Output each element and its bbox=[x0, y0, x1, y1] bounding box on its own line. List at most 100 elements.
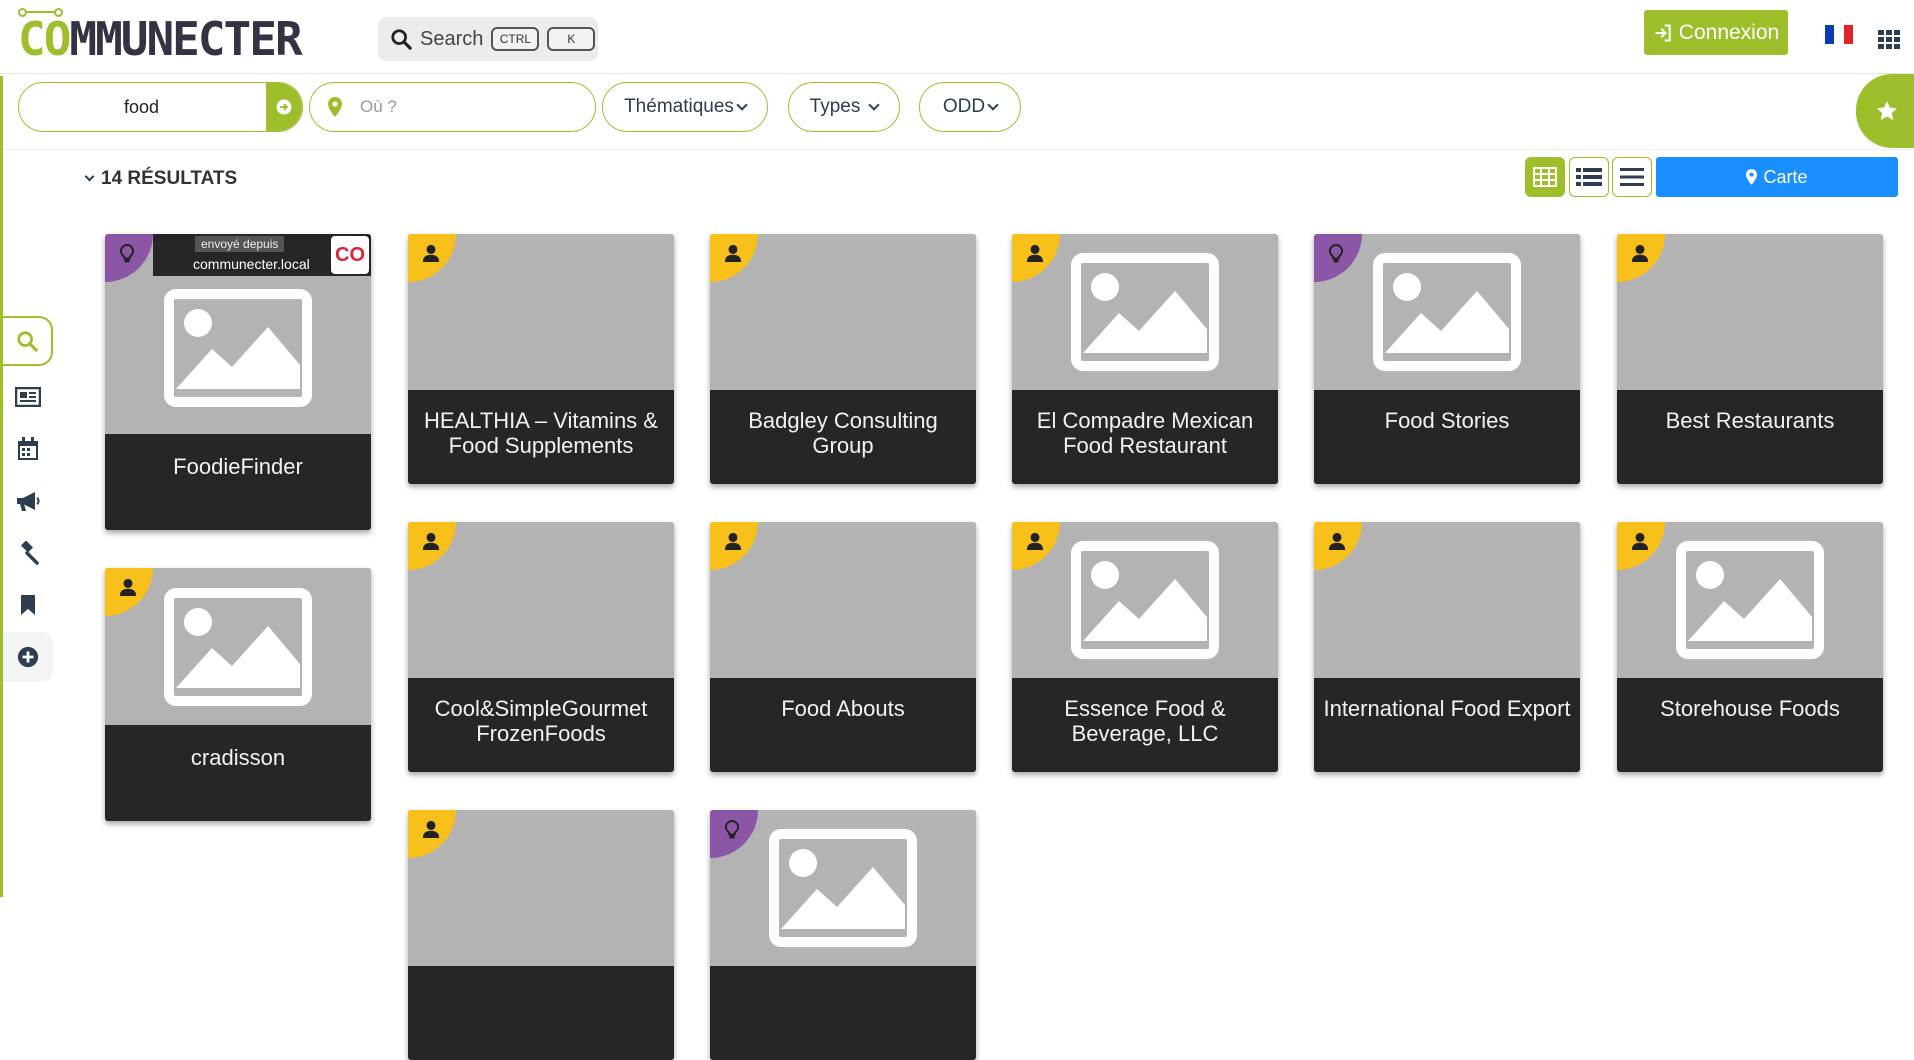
image-placeholder bbox=[1373, 253, 1521, 371]
result-card[interactable]: Essence Food & Beverage, LLC bbox=[1012, 522, 1278, 772]
sidebar-decisions[interactable] bbox=[3, 528, 53, 578]
image-placeholder-icon bbox=[1083, 561, 1207, 641]
card-title: HEALTHIA – Vitamins & Food Supplements bbox=[408, 390, 674, 484]
source-banner: envoyé depuis communecter.local CO bbox=[153, 234, 371, 276]
result-card[interactable]: International Food Export bbox=[1314, 522, 1580, 772]
left-sidebar bbox=[3, 316, 53, 690]
result-card[interactable]: Food Abouts bbox=[710, 522, 976, 772]
results-count-toggle[interactable]: 14 RÉSULTATS bbox=[84, 168, 237, 190]
result-card[interactable] bbox=[710, 810, 976, 1060]
image-placeholder-icon bbox=[781, 849, 905, 929]
card-image bbox=[1617, 234, 1883, 390]
search-icon bbox=[391, 29, 412, 50]
sidebar-agenda[interactable] bbox=[3, 424, 53, 474]
sidebar-news[interactable] bbox=[3, 372, 53, 422]
types-dropdown[interactable]: Types bbox=[788, 82, 900, 132]
person-badge bbox=[105, 568, 153, 616]
keyword-search-field[interactable]: food bbox=[18, 82, 303, 132]
image-placeholder bbox=[769, 829, 917, 947]
image-placeholder bbox=[1676, 541, 1824, 659]
search-filters-bar: food Où ? Thématiques Types ODD bbox=[0, 76, 1914, 150]
person-icon bbox=[1328, 532, 1346, 550]
result-card[interactable]: Cool&SimpleGourmet FrozenFoods bbox=[408, 522, 674, 772]
list-view-button[interactable] bbox=[1569, 157, 1609, 197]
global-search-button[interactable]: Search CTRL K bbox=[378, 17, 598, 61]
bookmark-icon bbox=[21, 595, 35, 615]
card-title: Essence Food & Beverage, LLC bbox=[1012, 678, 1278, 772]
result-card[interactable]: Food Stories bbox=[1314, 234, 1580, 484]
bullhorn-icon bbox=[17, 492, 40, 511]
sidebar-add[interactable] bbox=[3, 632, 53, 682]
result-card[interactable]: Badgley Consulting Group bbox=[710, 234, 976, 484]
search-icon bbox=[17, 331, 38, 352]
source-name: communecter.local bbox=[193, 256, 310, 272]
card-title: Badgley Consulting Group bbox=[710, 390, 976, 484]
french-flag-icon[interactable] bbox=[1825, 25, 1853, 44]
person-badge bbox=[1012, 234, 1060, 282]
person-badge bbox=[408, 810, 456, 858]
sidebar-bookmarks[interactable] bbox=[3, 580, 53, 630]
gavel-icon bbox=[20, 541, 39, 565]
result-card[interactable] bbox=[408, 810, 674, 1060]
result-card[interactable]: Storehouse Foods bbox=[1617, 522, 1883, 772]
kbd-k: K bbox=[547, 27, 596, 51]
types-label: Types bbox=[809, 96, 861, 117]
chevron-down-icon bbox=[987, 98, 999, 111]
person-icon bbox=[422, 532, 440, 550]
location-field[interactable]: Où ? bbox=[309, 82, 596, 132]
search-submit-button[interactable] bbox=[266, 83, 302, 131]
sidebar-search[interactable] bbox=[3, 316, 53, 366]
person-badge bbox=[1617, 234, 1665, 282]
card-title: International Food Export bbox=[1314, 678, 1580, 772]
communecter-logo[interactable]: COMMUNECTER bbox=[18, 8, 364, 64]
card-title: FoodieFinder bbox=[105, 434, 371, 530]
odd-dropdown[interactable]: ODD bbox=[919, 82, 1021, 132]
person-icon bbox=[422, 820, 440, 838]
chevron-down-icon bbox=[868, 98, 881, 111]
card-image bbox=[1617, 522, 1883, 678]
image-placeholder bbox=[164, 289, 312, 407]
person-badge bbox=[1314, 522, 1362, 570]
grid-view-button[interactable] bbox=[1525, 157, 1565, 197]
person-icon bbox=[1026, 244, 1044, 262]
chevron-down-icon bbox=[84, 171, 95, 182]
keyword-input[interactable]: food bbox=[19, 97, 266, 118]
newspaper-icon bbox=[15, 387, 41, 407]
person-badge bbox=[1617, 522, 1665, 570]
plus-circle-icon bbox=[17, 646, 39, 668]
person-icon bbox=[422, 244, 440, 262]
arrow-circle-right-icon bbox=[276, 99, 292, 115]
idea-badge bbox=[105, 234, 153, 282]
map-marker-icon bbox=[328, 97, 342, 117]
login-label: Connexion bbox=[1678, 20, 1780, 44]
idea-badge bbox=[710, 810, 758, 858]
person-badge bbox=[408, 522, 456, 570]
sent-from-label: envoyé depuis bbox=[195, 236, 285, 252]
result-card[interactable]: HEALTHIA – Vitamins & Food Supplements bbox=[408, 234, 674, 484]
search-label: Search bbox=[420, 27, 484, 50]
sidebar-announcements[interactable] bbox=[3, 476, 53, 526]
calendar-icon bbox=[18, 437, 38, 460]
card-title: Food Stories bbox=[1314, 390, 1580, 484]
image-placeholder-icon bbox=[1083, 273, 1207, 353]
person-badge bbox=[408, 234, 456, 282]
map-label: Carte bbox=[1763, 166, 1808, 187]
result-card[interactable]: cradisson bbox=[105, 568, 371, 821]
image-placeholder-icon bbox=[176, 309, 300, 389]
person-badge bbox=[1012, 522, 1060, 570]
apps-grid-icon[interactable] bbox=[1878, 30, 1900, 49]
person-icon bbox=[1026, 532, 1044, 550]
card-image bbox=[1314, 522, 1580, 678]
card-title: Best Restaurants bbox=[1617, 390, 1883, 484]
source-logo: CO bbox=[331, 236, 369, 274]
person-icon bbox=[724, 244, 742, 262]
login-button[interactable]: Connexion bbox=[1644, 10, 1788, 55]
compact-view-button[interactable] bbox=[1612, 157, 1652, 197]
result-card[interactable]: El Compadre Mexican Food Restaurant bbox=[1012, 234, 1278, 484]
themes-dropdown[interactable]: Thématiques bbox=[602, 82, 768, 132]
map-button[interactable]: Carte bbox=[1656, 157, 1898, 197]
result-card[interactable]: envoyé depuis communecter.local CO FoodieFi… bbox=[105, 234, 371, 530]
image-placeholder bbox=[1071, 541, 1219, 659]
result-card[interactable]: Best Restaurants bbox=[1617, 234, 1883, 484]
kbd-ctrl: CTRL bbox=[491, 27, 540, 51]
